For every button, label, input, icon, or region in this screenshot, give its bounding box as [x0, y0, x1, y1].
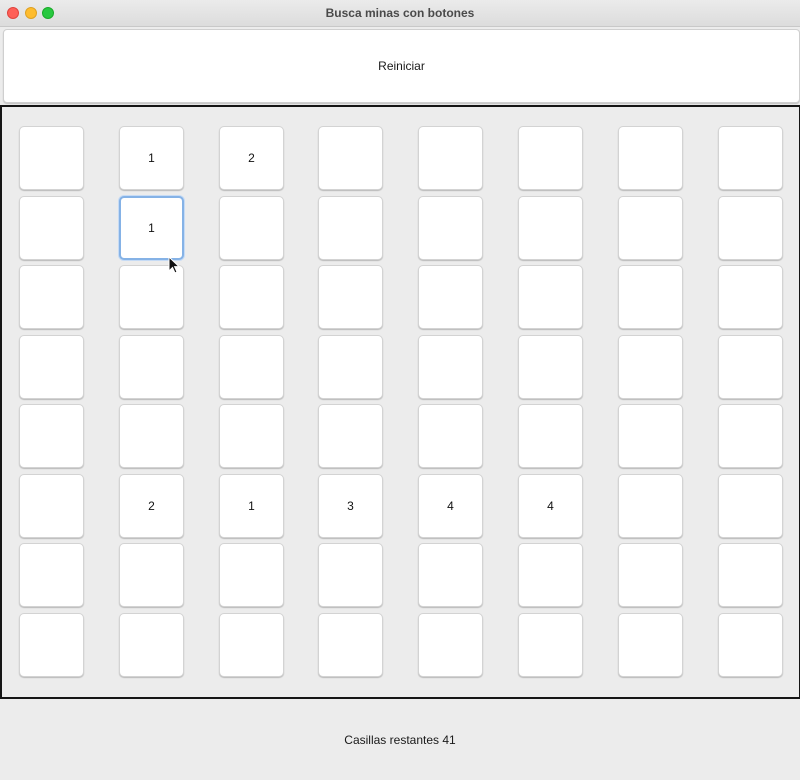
- mine-cell[interactable]: [418, 335, 483, 399]
- mine-cell[interactable]: 1: [219, 474, 284, 538]
- mine-cell[interactable]: [318, 543, 383, 607]
- mine-cell[interactable]: [618, 335, 683, 399]
- mine-cell[interactable]: [19, 196, 84, 260]
- mine-cell[interactable]: [19, 335, 84, 399]
- mine-cell[interactable]: [318, 613, 383, 677]
- mine-cell[interactable]: [518, 265, 583, 329]
- mine-cell[interactable]: [318, 196, 383, 260]
- mine-cell[interactable]: 2: [219, 126, 284, 190]
- mine-cell[interactable]: [718, 335, 783, 399]
- mine-cell[interactable]: [219, 265, 284, 329]
- mine-cell[interactable]: [718, 613, 783, 677]
- mine-cell[interactable]: [119, 265, 184, 329]
- mine-cell[interactable]: [718, 543, 783, 607]
- mine-cell[interactable]: 1: [119, 126, 184, 190]
- mine-cell[interactable]: [418, 126, 483, 190]
- mine-cell[interactable]: [418, 196, 483, 260]
- restart-button[interactable]: Reiniciar: [3, 29, 800, 103]
- mine-cell[interactable]: [418, 404, 483, 468]
- mine-cell[interactable]: 2: [119, 474, 184, 538]
- mine-cell[interactable]: [618, 404, 683, 468]
- mine-cell[interactable]: [318, 404, 383, 468]
- remaining-cells-status: Casillas restantes 41: [344, 733, 456, 747]
- app-window: Busca minas con botones Reiniciar 121213…: [0, 0, 800, 780]
- mine-cell[interactable]: [119, 335, 184, 399]
- mine-cell[interactable]: [518, 404, 583, 468]
- mine-cell[interactable]: [718, 126, 783, 190]
- mine-cell[interactable]: [19, 126, 84, 190]
- mine-cell[interactable]: [119, 613, 184, 677]
- mine-cell[interactable]: [618, 474, 683, 538]
- mine-cell[interactable]: [618, 543, 683, 607]
- mine-cell[interactable]: [219, 613, 284, 677]
- mine-cell[interactable]: [718, 196, 783, 260]
- mine-cell[interactable]: [618, 126, 683, 190]
- mine-cell[interactable]: [219, 404, 284, 468]
- mine-cell[interactable]: [518, 335, 583, 399]
- mine-cell[interactable]: [718, 404, 783, 468]
- mine-cell[interactable]: [219, 196, 284, 260]
- mine-cell[interactable]: [518, 196, 583, 260]
- mine-cell[interactable]: [418, 543, 483, 607]
- mine-cell[interactable]: 4: [418, 474, 483, 538]
- window-title: Busca minas con botones: [325, 6, 475, 20]
- minefield-board: 12121344: [0, 105, 800, 699]
- mine-cell[interactable]: [618, 196, 683, 260]
- mine-cell[interactable]: 3: [318, 474, 383, 538]
- mine-cell[interactable]: [119, 543, 184, 607]
- mine-cell[interactable]: [418, 613, 483, 677]
- mine-cell[interactable]: [119, 404, 184, 468]
- mine-cell[interactable]: [518, 543, 583, 607]
- mine-cell[interactable]: [518, 613, 583, 677]
- mine-cell[interactable]: [718, 474, 783, 538]
- mine-cell[interactable]: [718, 265, 783, 329]
- mine-cell[interactable]: [618, 613, 683, 677]
- mine-cell[interactable]: [19, 404, 84, 468]
- mine-cell[interactable]: [618, 265, 683, 329]
- mine-cell[interactable]: [318, 126, 383, 190]
- mine-cell[interactable]: 1: [119, 196, 184, 260]
- mine-cell[interactable]: [219, 335, 284, 399]
- mine-cell[interactable]: [418, 265, 483, 329]
- mine-cell[interactable]: [19, 543, 84, 607]
- mine-cell[interactable]: [219, 543, 284, 607]
- mine-cell[interactable]: [318, 265, 383, 329]
- mine-cell[interactable]: 4: [518, 474, 583, 538]
- mine-cell[interactable]: [19, 265, 84, 329]
- mine-cell[interactable]: [19, 474, 84, 538]
- title-bar: Busca minas con botones: [0, 0, 800, 27]
- mine-cell[interactable]: [19, 613, 84, 677]
- mine-cell[interactable]: [518, 126, 583, 190]
- mine-cell[interactable]: [318, 335, 383, 399]
